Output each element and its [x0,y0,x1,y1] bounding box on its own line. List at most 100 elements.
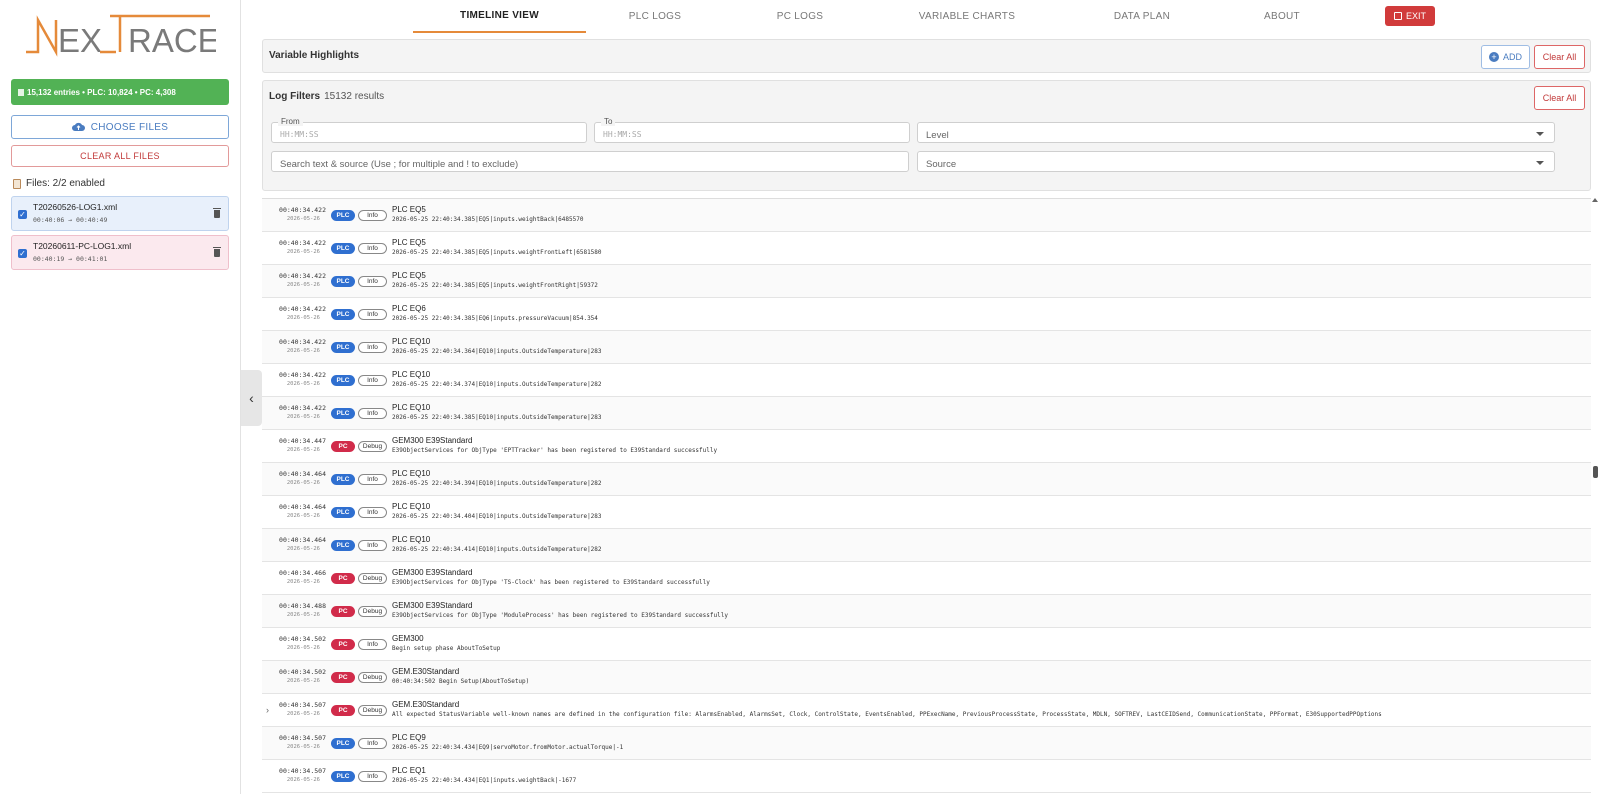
clear-highlights-button[interactable]: Clear All [1534,45,1585,69]
log-level-badge: Info [358,276,387,287]
log-time: 00:40:34.464 [279,536,326,544]
clear-all-files-button[interactable]: CLEAR ALL FILES [11,145,229,167]
log-row[interactable]: 00:40:34.466 2026-05-26 PC Debug GEM300 E39S… [262,562,1591,595]
file-enabled-checkbox[interactable]: ✓ [18,249,27,258]
log-date: 2026-05-26 [286,282,320,288]
clear-all-files-label: CLEAR ALL FILES [80,151,160,161]
log-row[interactable]: 00:40:34.447 2026-05-26 PC Debug GEM300 E39S… [262,430,1591,463]
add-highlight-button[interactable]: + ADD [1481,45,1530,69]
log-row[interactable]: › 00:40:34.507 2026-05-26 PC Debug GEM.E30Sta… [262,694,1591,727]
log-source: PLC EQ10 [392,469,431,478]
file-name: T20260611-PC-LOG1.xml [33,241,132,251]
caret-down-icon [1536,161,1544,165]
log-level-badge: Debug [358,705,387,716]
to-placeholder: HH:MM:SS [603,130,642,139]
log-date: 2026-05-26 [286,348,320,354]
from-time-input[interactable]: From HH:MM:SS [271,117,587,143]
log-level-badge: Debug [358,573,387,584]
log-type-badge: PC [331,441,355,452]
log-level-badge: Info [358,408,387,419]
log-time: 00:40:34.488 [279,602,326,610]
log-row[interactable]: 00:40:34.507 2026-05-26 PLC Info PLC EQ9 2026… [262,727,1591,760]
log-type-badge: PLC [331,408,355,419]
add-label: ADD [1502,52,1522,62]
log-time: 00:40:34.422 [279,305,326,313]
log-source: GEM300 E39Standard [392,436,473,445]
file-time-range: 00:40:19 → 00:41:01 [33,255,108,263]
log-date: 2026-05-26 [286,447,320,453]
tab-label: TIMELINE VIEW [460,10,539,21]
log-time: 00:40:34.507 [279,734,326,742]
tab-plc-logs[interactable]: PLC LOGS [610,0,700,33]
from-placeholder: HH:MM:SS [280,130,319,139]
exit-button[interactable]: EXIT [1385,6,1435,26]
log-row[interactable]: 00:40:34.422 2026-05-26 PLC Info PLC EQ5 2026… [262,199,1591,232]
file-card-plc[interactable]: ✓ T20260526-LOG1.xml 00:40:06 → 00:40:49 [11,196,229,231]
log-row[interactable]: 00:40:34.464 2026-05-26 PLC Info PLC EQ10 202… [262,463,1591,496]
log-scrollbar[interactable] [1591,198,1600,794]
tab-timeline-view[interactable]: TIMELINE VIEW [413,0,586,33]
tab-pc-logs[interactable]: PC LOGS [760,0,840,33]
log-row[interactable]: 00:40:34.502 2026-05-26 PC Info GEM300 Begin … [262,628,1591,661]
tab-about[interactable]: ABOUT [1247,0,1317,33]
log-row[interactable]: 00:40:34.422 2026-05-26 PLC Info PLC EQ10 202… [262,397,1591,430]
log-time: 00:40:34.464 [279,503,326,511]
log-time: 00:40:34.502 [279,635,326,643]
log-type-badge: PLC [331,210,355,221]
log-message: E39ObjectServices for ObjType 'ModulePro… [392,612,728,619]
chevron-left-icon: ‹ [249,390,254,406]
clear-label: Clear All [1542,52,1577,62]
log-row[interactable]: 00:40:34.488 2026-05-26 PC Debug GEM300 E39S… [262,595,1591,628]
to-time-input[interactable]: To HH:MM:SS [594,117,910,143]
log-row[interactable]: 00:40:34.464 2026-05-26 PLC Info PLC EQ10 202… [262,496,1591,529]
log-level-badge: Info [358,507,387,518]
choose-files-button[interactable]: CHOOSE FILES [11,115,229,139]
sidebar-collapse-button[interactable]: ‹ [241,370,262,426]
file-enabled-checkbox[interactable]: ✓ [18,210,27,219]
log-type-badge: PLC [331,771,355,782]
log-row[interactable]: 00:40:34.422 2026-05-26 PLC Info PLC EQ6 2026… [262,298,1591,331]
log-row[interactable]: 00:40:34.422 2026-05-26 PLC Info PLC EQ5 2026… [262,232,1591,265]
log-source: GEM.E30Standard [392,667,460,676]
delete-file-icon[interactable] [213,247,221,257]
log-date: 2026-05-26 [286,612,320,618]
caret-down-icon [1536,132,1544,136]
log-message: 2026-05-25 22:40:34.414|EQ10|inputs.Outs… [392,546,602,553]
log-time: 00:40:34.502 [279,668,326,676]
tab-label: PLC LOGS [628,11,682,22]
search-input[interactable]: Search text & source (Use ; for multiple… [271,151,909,172]
scrollbar-thumb[interactable] [1593,466,1598,478]
from-label: From [278,117,303,126]
files-count: Files: 2/2 enabled [13,178,105,189]
file-card-pc[interactable]: ✓ T20260611-PC-LOG1.xml 00:40:19 → 00:41… [11,235,229,270]
source-select[interactable]: Source [917,151,1555,172]
log-row[interactable]: 00:40:34.422 2026-05-26 PLC Info PLC EQ10 202… [262,364,1591,397]
clear-label: Clear All [1542,93,1577,103]
sidebar: EX RACE 15,132 entries • PLC: 10,824 • P… [0,0,241,794]
log-row[interactable]: 00:40:34.422 2026-05-26 PLC Info PLC EQ10 202… [262,331,1591,364]
tab-data-plan[interactable]: DATA PLAN [1092,0,1192,33]
log-source: PLC EQ10 [392,535,431,544]
log-type-badge: PC [331,606,355,617]
log-row[interactable]: 00:40:34.464 2026-05-26 PLC Info PLC EQ10 202… [262,529,1591,562]
scroll-up-icon[interactable] [1592,198,1598,202]
tab-variable-charts[interactable]: VARIABLE CHARTS [902,0,1032,33]
entries-summary: 15,132 entries • PLC: 10,824 • PC: 4,308 [11,79,229,105]
log-date: 2026-05-26 [286,645,320,651]
log-level-badge: Info [358,342,387,353]
log-filters-title: Log Filters 15132 results [269,91,384,102]
log-level-badge: Debug [358,672,387,683]
delete-file-icon[interactable] [213,208,221,218]
tab-label: ABOUT [1264,11,1300,22]
log-message: E39ObjectServices for ObjType 'TS-Clock'… [392,579,710,586]
choose-files-label: CHOOSE FILES [90,121,169,133]
log-row[interactable]: 00:40:34.507 2026-05-26 PLC Info PLC EQ1 2026… [262,760,1591,793]
to-label: To [601,117,616,126]
clear-filters-button[interactable]: Clear All [1534,86,1585,110]
level-select[interactable]: Level [917,122,1555,143]
log-row[interactable]: 00:40:34.422 2026-05-26 PLC Info PLC EQ5 2026… [262,265,1591,298]
results-count: 15132 results [324,91,385,102]
log-date: 2026-05-26 [286,777,320,783]
tab-label: DATA PLAN [1113,11,1171,22]
log-row[interactable]: 00:40:34.502 2026-05-26 PC Debug GEM.E30Stan… [262,661,1591,694]
